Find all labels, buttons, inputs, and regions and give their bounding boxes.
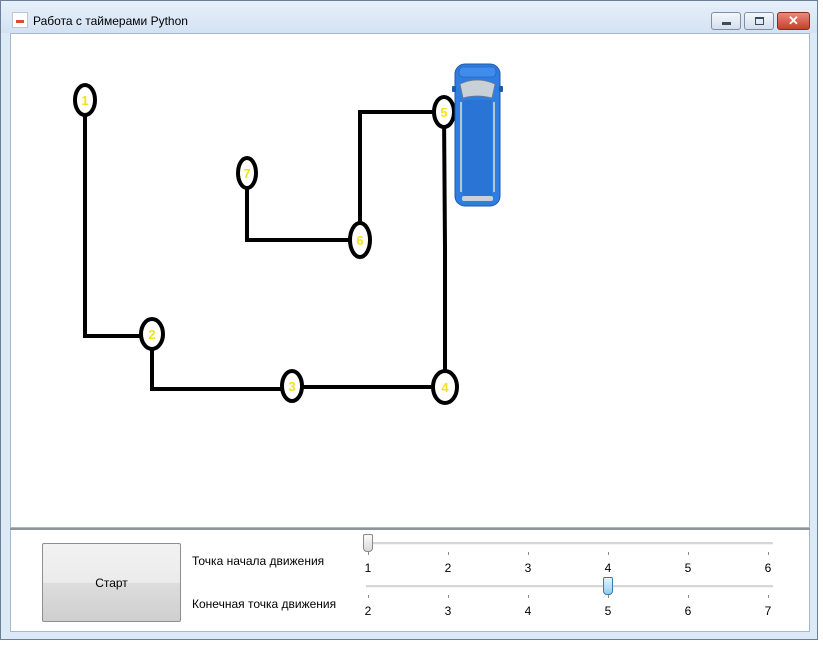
app-window: Работа с таймерами Python ✕ 1 2 3 4 5 6 7 Стар… bbox=[0, 0, 818, 640]
slider-tick bbox=[528, 552, 529, 555]
slider-tick-label: 6 bbox=[684, 604, 692, 618]
slider-tick bbox=[608, 595, 609, 598]
slider-tick bbox=[448, 552, 449, 555]
van-icon[interactable] bbox=[452, 63, 503, 207]
start-point-label: Точка начала движения bbox=[192, 554, 325, 568]
end-point-label: Конечная точка движения bbox=[192, 597, 337, 611]
slider-track[interactable] bbox=[366, 585, 773, 588]
route-point-label: 7 bbox=[243, 166, 250, 181]
slider-tick-label: 1 bbox=[364, 561, 372, 575]
route-point-3: 3 bbox=[280, 369, 304, 403]
slider-tick-label: 3 bbox=[444, 604, 452, 618]
slider-tick-label: 6 bbox=[764, 561, 772, 575]
route-map: 1 2 3 4 5 6 7 bbox=[73, 63, 503, 405]
maximize-button[interactable] bbox=[744, 12, 774, 30]
title-bar[interactable]: Работа с таймерами Python ✕ bbox=[1, 1, 817, 33]
route-line-1-2 bbox=[83, 101, 152, 338]
route-point-label: 3 bbox=[288, 379, 295, 394]
slider-tick-label: 5 bbox=[684, 561, 692, 575]
slider-tick bbox=[768, 552, 769, 555]
route-point-5: 5 bbox=[432, 95, 456, 129]
route-point-label: 2 bbox=[148, 327, 155, 342]
minimize-icon bbox=[722, 22, 731, 25]
slider-tick-label: 7 bbox=[764, 604, 772, 618]
slider-thumb[interactable] bbox=[363, 534, 373, 552]
close-button[interactable]: ✕ bbox=[777, 12, 810, 30]
slider-tick-label: 4 bbox=[604, 561, 612, 575]
slider-tick bbox=[608, 552, 609, 555]
route-point-7: 7 bbox=[236, 156, 258, 190]
slider-track[interactable] bbox=[366, 542, 773, 545]
slider-tick bbox=[448, 595, 449, 598]
route-line-5-6 bbox=[358, 110, 445, 240]
close-icon: ✕ bbox=[788, 13, 799, 28]
slider-tick bbox=[768, 595, 769, 598]
slider-tick-label: 3 bbox=[524, 561, 532, 575]
start-point-slider[interactable]: 1 2 3 4 5 6 bbox=[361, 534, 773, 575]
route-canvas: 1 2 3 4 5 6 7 bbox=[10, 33, 810, 528]
route-point-label: 5 bbox=[440, 105, 447, 120]
app-icon[interactable] bbox=[12, 12, 28, 28]
slider-tick bbox=[688, 552, 689, 555]
route-point-label: 4 bbox=[441, 380, 449, 395]
slider-tick bbox=[368, 552, 369, 555]
controls-panel: Старт Точка начала движения Конечная точ… bbox=[10, 530, 810, 632]
route-point-label: 1 bbox=[81, 93, 88, 108]
route-line-4-5 bbox=[442, 111, 447, 387]
route-line-6-7 bbox=[245, 173, 360, 242]
slider-tick bbox=[368, 595, 369, 598]
route-points: 1 2 3 4 5 6 7 bbox=[73, 83, 459, 405]
route-point-2: 2 bbox=[139, 317, 165, 351]
start-button[interactable]: Старт bbox=[42, 543, 181, 622]
slider-tick bbox=[528, 595, 529, 598]
route-point-label: 6 bbox=[356, 233, 363, 248]
slider-tick-label: 4 bbox=[524, 604, 532, 618]
route-point-1: 1 bbox=[73, 83, 97, 117]
route-line-2-3 bbox=[150, 334, 292, 391]
slider-tick-label: 2 bbox=[364, 604, 372, 618]
route-point-4: 4 bbox=[431, 369, 459, 405]
maximize-icon bbox=[755, 17, 764, 25]
slider-thumb[interactable] bbox=[603, 577, 613, 595]
slider-tick-label: 5 bbox=[604, 604, 612, 618]
route-lines bbox=[83, 101, 447, 391]
slider-tick-label: 2 bbox=[444, 561, 452, 575]
window-title: Работа с таймерами Python bbox=[33, 14, 188, 28]
slider-tick bbox=[688, 595, 689, 598]
minimize-button[interactable] bbox=[711, 12, 741, 30]
end-point-slider[interactable]: 2 3 4 5 6 7 bbox=[361, 577, 773, 618]
route-point-6: 6 bbox=[348, 221, 372, 259]
